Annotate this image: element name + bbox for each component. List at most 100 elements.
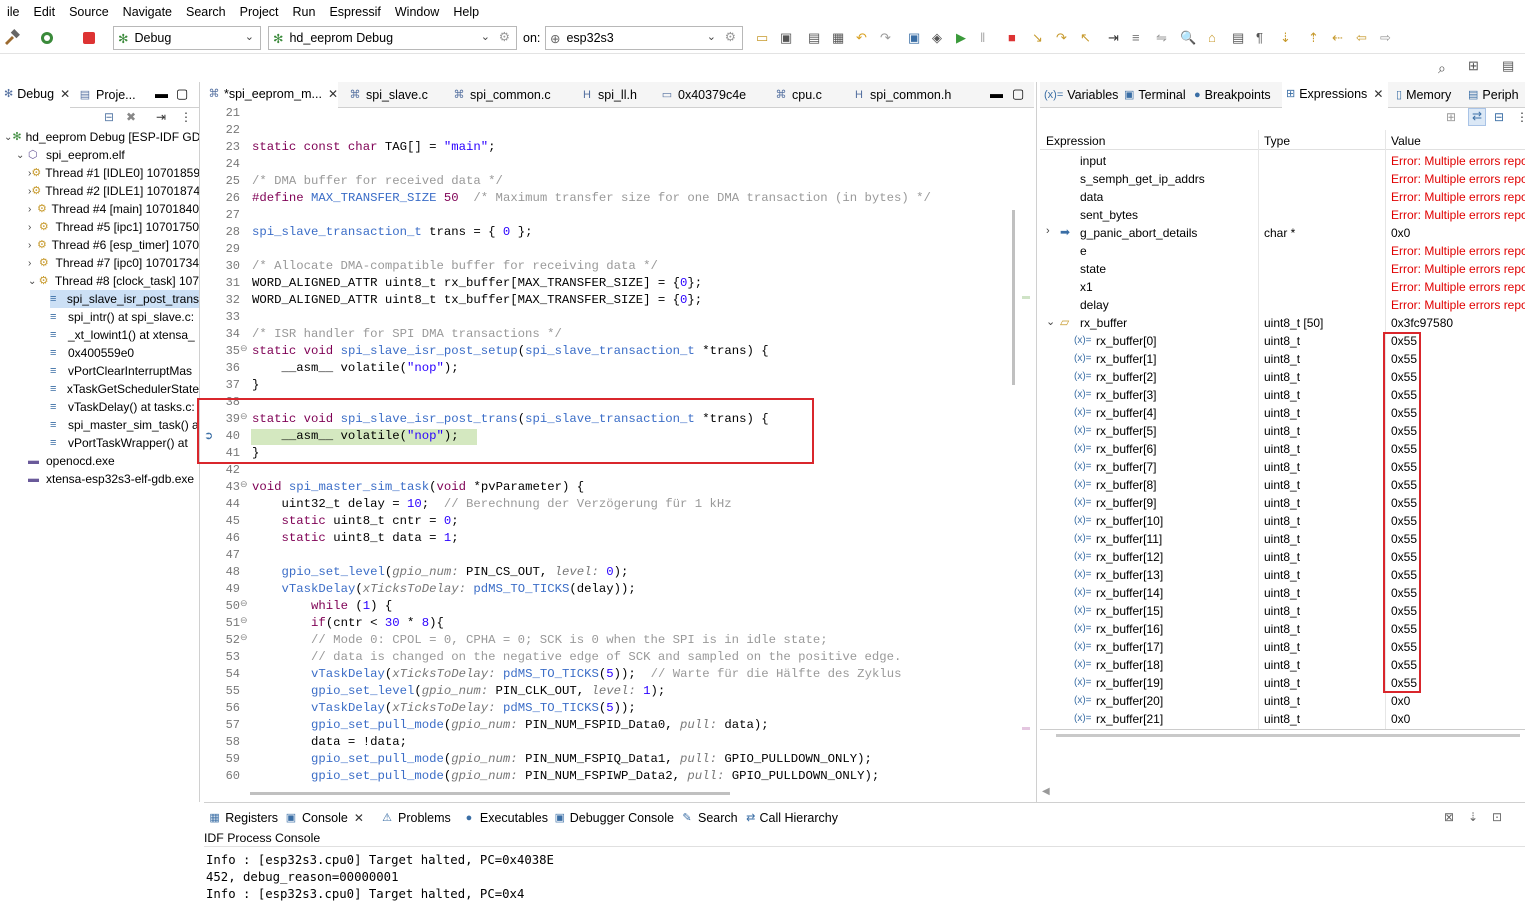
- menu-search[interactable]: Search: [179, 5, 233, 19]
- expression-row[interactable]: (x)= rx_buffer[14] uint8_t 0x55: [1040, 584, 1525, 602]
- editor-tab[interactable]: ▭ 0x40379c4e: [656, 82, 760, 108]
- expression-row[interactable]: s_semph_get_ip_addrs Error: Multiple erro…: [1040, 170, 1525, 188]
- expression-row[interactable]: ⌄ ▱ rx_buffer uint8_t [50] 0x3fc97580: [1040, 314, 1525, 332]
- expression-row[interactable]: (x)= rx_buffer[3] uint8_t 0x55: [1040, 386, 1525, 404]
- expand-toggle-icon[interactable]: ⌄: [4, 132, 12, 143]
- stop-icon[interactable]: [80, 29, 96, 45]
- clear-console-icon[interactable]: ⊠: [1444, 810, 1454, 824]
- debug-tree-item[interactable]: ⌄ ⚙ Thread #8 [clock_task] 107: [28, 272, 199, 290]
- launch-config-select[interactable]: ✻ hd_eeprom Debug ⌄ ⚙: [268, 26, 517, 50]
- editor-tab[interactable]: ⌘ spi_slave.c: [344, 82, 440, 108]
- view-menu-icon[interactable]: ⋮: [1516, 110, 1525, 124]
- expand-toggle-icon[interactable]: ⌄: [16, 150, 28, 161]
- step-into-icon[interactable]: ↘: [1032, 30, 1043, 46]
- expression-row[interactable]: (x)= rx_buffer[19] uint8_t 0x55: [1040, 674, 1525, 692]
- close-icon[interactable]: ✕: [328, 87, 338, 101]
- maximize-icon[interactable]: ▢: [176, 86, 188, 102]
- editor-scrollbar-thumb[interactable]: [1012, 210, 1015, 385]
- expression-row[interactable]: (x)= rx_buffer[18] uint8_t 0x55: [1040, 656, 1525, 674]
- expression-row[interactable]: data Error: Multiple errors repo: [1040, 188, 1525, 206]
- menu-project[interactable]: Project: [233, 5, 286, 19]
- debug-tree-item[interactable]: ▬ xtensa-esp32s3-elf-gdb.exe: [16, 470, 199, 488]
- build-hammer-icon[interactable]: [2, 29, 20, 45]
- debug-tree-item[interactable]: › ⚙ Thread #7 [ipc0] 10701734: [28, 254, 199, 272]
- expression-row[interactable]: (x)= rx_buffer[1] uint8_t 0x55: [1040, 350, 1525, 368]
- tab-debug[interactable]: ✻ Debug ✕: [0, 82, 70, 108]
- target-gear-icon[interactable]: ⚙: [725, 29, 736, 44]
- close-icon[interactable]: ✕: [60, 87, 70, 101]
- debug-tree-item[interactable]: › ⚙ Thread #4 [main] 10701840: [28, 200, 199, 218]
- collapse-all-icon[interactable]: ⊟: [1494, 110, 1504, 124]
- expression-row[interactable]: input Error: Multiple errors repo: [1040, 152, 1525, 170]
- menu-ile[interactable]: ile: [0, 5, 27, 19]
- expression-row[interactable]: (x)= rx_buffer[15] uint8_t 0x55: [1040, 602, 1525, 620]
- collapse-all-icon[interactable]: ⊟: [104, 110, 114, 124]
- resume-icon[interactable]: ▶: [956, 30, 966, 46]
- tab-memory[interactable]: ▯ Memory: [1392, 82, 1462, 108]
- expression-row[interactable]: (x)= rx_buffer[6] uint8_t 0x55: [1040, 440, 1525, 458]
- editor-hscrollbar[interactable]: [204, 787, 1024, 801]
- tab-search[interactable]: ✎ Search: [676, 806, 740, 830]
- menu-edit[interactable]: Edit: [27, 5, 63, 19]
- expand-toggle-icon[interactable]: ›: [1046, 225, 1050, 237]
- menu-window[interactable]: Window: [388, 5, 446, 19]
- menu-source[interactable]: Source: [62, 5, 116, 19]
- tab-breakpoints[interactable]: ● Breakpoints: [1190, 82, 1280, 108]
- menu-espressif[interactable]: Espressif: [322, 5, 387, 19]
- expression-row[interactable]: sent_bytes Error: Multiple errors repo: [1040, 206, 1525, 224]
- tab-problems[interactable]: ⚠ Problems: [376, 806, 456, 830]
- expression-row[interactable]: (x)= rx_buffer[21] uint8_t 0x0: [1040, 710, 1525, 728]
- fold-icon[interactable]: ⊖: [240, 633, 248, 643]
- debug-tree-item[interactable]: › ⚙ Thread #2 [IDLE1] 10701874: [28, 182, 199, 200]
- tab-terminal[interactable]: ▣ Terminal: [1120, 82, 1188, 108]
- tab-project[interactable]: ▤ Proje...: [74, 82, 138, 108]
- debug-tree-item[interactable]: ⌄ ✻ hd_eeprom Debug [ESP-IDF GDE: [4, 128, 199, 146]
- binary-icon[interactable]: ▦: [832, 30, 844, 46]
- debug-tree-item[interactable]: › ⚙ Thread #1 [IDLE0] 10701859: [28, 164, 199, 182]
- expression-row[interactable]: (x)= rx_buffer[10] uint8_t 0x55: [1040, 512, 1525, 530]
- terminal-icon[interactable]: ▣: [908, 30, 920, 46]
- debug-tree-item[interactable]: ≡ 0x400559e0: [50, 344, 199, 362]
- debug-tree-item[interactable]: ⌄ ⬡ spi_eeprom.elf: [16, 146, 199, 164]
- instruction-step-icon[interactable]: ⇥: [1108, 30, 1119, 46]
- tab-registers[interactable]: ▦ Registers: [204, 806, 278, 830]
- debug-tree-item[interactable]: ≡ vPortClearInterruptMas: [50, 362, 199, 380]
- maximize-icon[interactable]: ▢: [1012, 86, 1024, 102]
- menu-run[interactable]: Run: [286, 5, 323, 19]
- tab-variables[interactable]: (x)= Variables: [1040, 82, 1118, 108]
- next-annotation-icon[interactable]: ⇣: [1280, 30, 1291, 46]
- add-expression-icon[interactable]: ⊞: [1446, 110, 1456, 124]
- last-edit-icon[interactable]: ⇠: [1332, 30, 1343, 46]
- launch-mode-select[interactable]: ✻ Debug ⌄: [113, 26, 261, 50]
- redo-icon[interactable]: ↷: [880, 30, 891, 46]
- prev-annotation-icon[interactable]: ⇡: [1308, 30, 1319, 46]
- terminate-icon[interactable]: ■: [1008, 30, 1016, 45]
- expression-row[interactable]: state Error: Multiple errors repo: [1040, 260, 1525, 278]
- editor-tab[interactable]: ⌘ cpu.c: [770, 82, 840, 108]
- save-icon[interactable]: ▣: [780, 30, 792, 46]
- close-icon[interactable]: ✕: [1373, 87, 1383, 101]
- expression-row[interactable]: (x)= rx_buffer[16] uint8_t 0x55: [1040, 620, 1525, 638]
- step-return-icon[interactable]: ↖: [1080, 30, 1091, 46]
- new-icon[interactable]: ▭: [756, 30, 768, 46]
- detail-left-arrow-icon[interactable]: ◀: [1042, 786, 1050, 797]
- remove-terminated-icon[interactable]: ✖: [126, 110, 136, 124]
- expand-toggle-icon[interactable]: ›: [28, 222, 39, 233]
- expression-row[interactable]: (x)= rx_buffer[13] uint8_t 0x55: [1040, 566, 1525, 584]
- editor-tab[interactable]: ⌘ *spi_eeprom_m... ✕: [204, 82, 338, 108]
- expression-row[interactable]: (x)= rx_buffer[12] uint8_t 0x55: [1040, 548, 1525, 566]
- use-step-filters-icon[interactable]: ⇋: [1156, 30, 1167, 46]
- debug-tree-item[interactable]: ≡ spi_intr() at spi_slave.c:: [50, 308, 199, 326]
- tab-expressions[interactable]: ⊞ Expressions ✕: [1282, 82, 1388, 108]
- col-value[interactable]: Value: [1391, 134, 1421, 148]
- config-gear-icon[interactable]: ⚙: [499, 29, 510, 44]
- debug-tree-item[interactable]: ▬ openocd.exe: [16, 452, 199, 470]
- console-output[interactable]: Info : [esp32s3.cpu0] Target halted, PC=…: [204, 845, 1525, 913]
- undo-icon[interactable]: ↶: [856, 30, 867, 46]
- expression-row[interactable]: x1 Error: Multiple errors repo: [1040, 278, 1525, 296]
- debug-tree-item[interactable]: ≡ _xt_lowint1() at xtensa_: [50, 326, 199, 344]
- tab-debugger-console[interactable]: ▣ Debugger Console: [550, 806, 674, 830]
- drop-frame-icon[interactable]: ≡: [1132, 30, 1140, 45]
- expression-row[interactable]: › ➡ g_panic_abort_details char * 0x0: [1040, 224, 1525, 242]
- expand-toggle-icon[interactable]: ›: [28, 258, 39, 269]
